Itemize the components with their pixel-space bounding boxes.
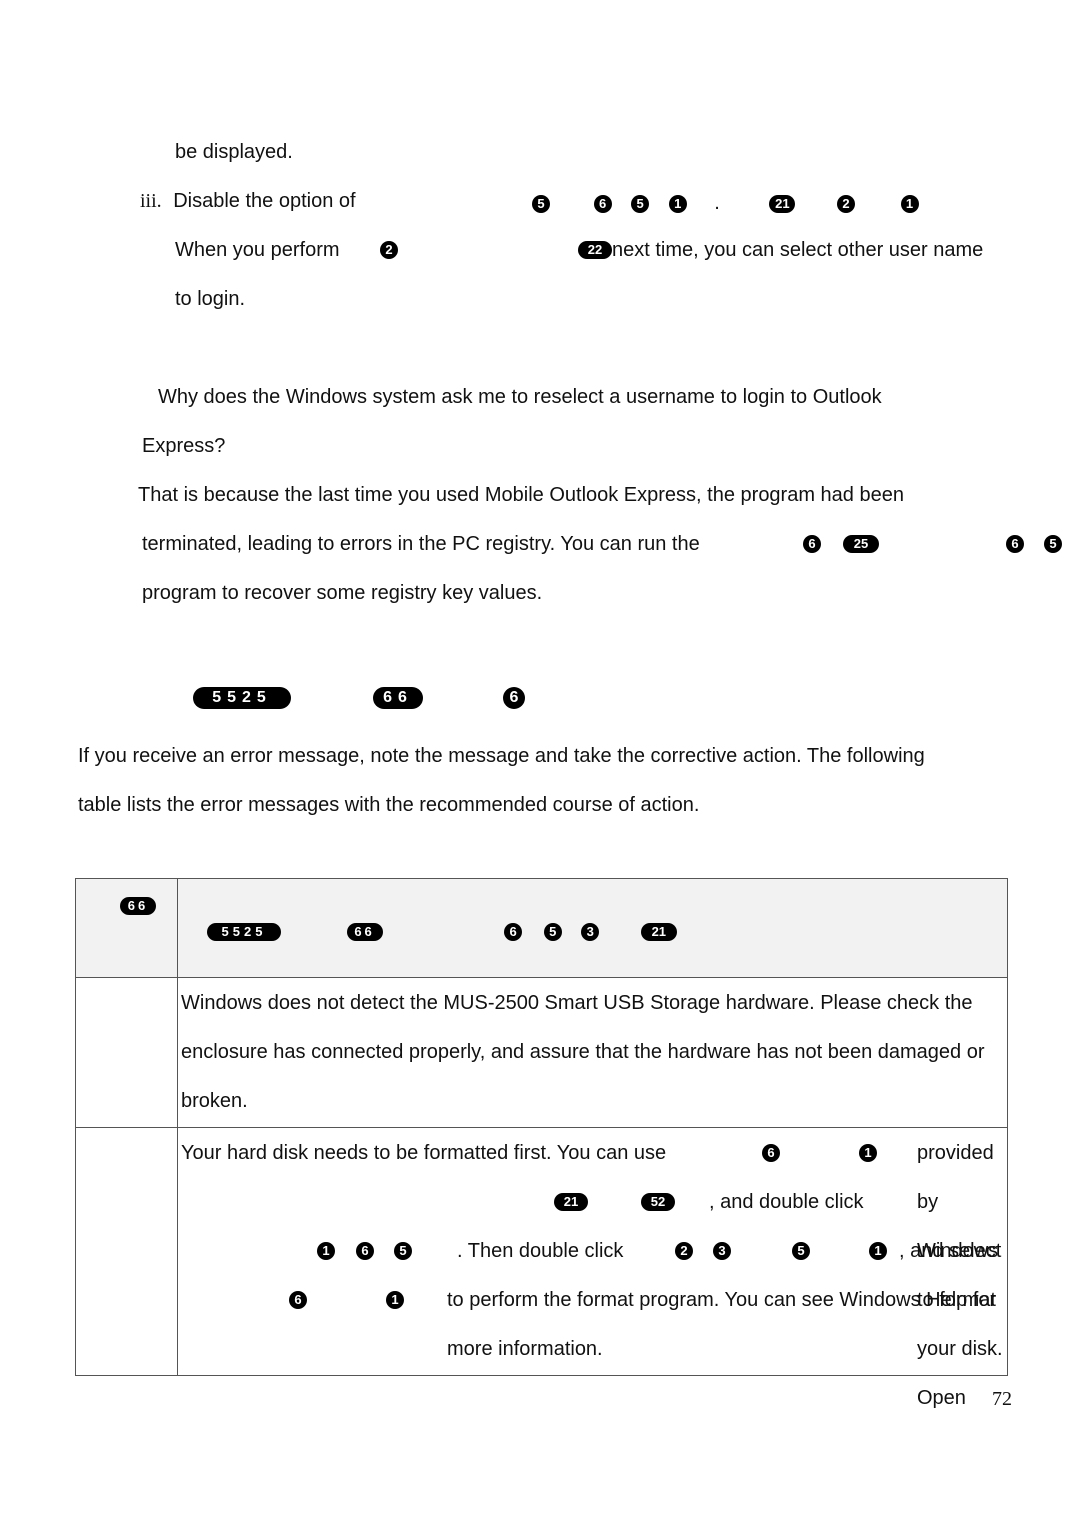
glyph-icon: 3 <box>713 1242 731 1260</box>
glyph-icon: 5525 <box>207 922 281 941</box>
error-messages-table: 66 5525 66 6 5 3 21 Windows does not det… <box>75 878 1008 1409</box>
glyph-icon: 6 <box>504 922 523 941</box>
glyph-dot: . <box>714 192 720 214</box>
glyph-icon: 6 <box>803 535 821 553</box>
glyph-icon: 21 <box>554 1193 588 1211</box>
glyph-icon: 6 <box>289 1291 307 1309</box>
glyph-icon: 66 <box>346 922 383 941</box>
row-text-line: Your hard disk needs to be formatted fir… <box>181 1142 667 1164</box>
intro-text: table lists the error messages with the … <box>78 794 700 816</box>
faq-answer: program to recover some registry key val… <box>142 582 543 604</box>
list-item-text: Disable the option of <box>173 190 356 212</box>
faq-answer: terminated, leading to errors in the PC … <box>142 533 700 555</box>
page-number: 72 <box>992 1388 1012 1410</box>
row-message-text: Windows does not detect the MUS-2500 Sma… <box>181 992 985 1112</box>
glyph-icon: 2 <box>380 241 398 259</box>
glyph-icon: 5 <box>394 1242 412 1260</box>
glyph-icon: 5 <box>543 922 562 941</box>
header-cell-code: 66 <box>75 878 178 978</box>
list-item-iii: iii. Disable the option of <box>140 190 356 213</box>
glyph-icon: 6 <box>593 194 612 213</box>
text-line: When you perform <box>175 239 340 261</box>
garbled-glyph-run: 5 6 5 1 . 21 2 1 <box>532 192 919 215</box>
glyph-icon: 22 <box>578 241 612 259</box>
glyph-icon: 5 <box>631 194 650 213</box>
row-text-line: , and select <box>899 1240 1002 1262</box>
intro-text: If you receive an error message, note th… <box>78 745 925 767</box>
text-line: to login. <box>175 288 246 310</box>
glyph-icon: 1 <box>869 1242 887 1260</box>
glyph-icon: 1 <box>859 1144 877 1162</box>
faq-question: Why does the Windows system ask me to re… <box>158 386 882 408</box>
text-line: be displayed. <box>175 141 293 163</box>
row-message-text: Your hard disk needs to be formatted fir… <box>179 1129 1006 1409</box>
glyph-icon: 1 <box>317 1242 335 1260</box>
table-header-row: 66 5525 66 6 5 3 21 <box>75 878 1008 978</box>
glyph-icon: 1 <box>900 194 919 213</box>
row-message-cell: Your hard disk needs to be formatted fir… <box>177 1127 1008 1409</box>
glyph-icon: 6 <box>356 1242 374 1260</box>
glyph-icon: 25 <box>843 535 879 553</box>
glyph-icon: 2 <box>836 194 855 213</box>
glyph-icon: 5 <box>532 194 550 213</box>
faq-question-cont: Express? <box>142 435 226 457</box>
glyph-icon: 6 <box>1006 535 1024 553</box>
row-code-cell <box>75 1127 178 1376</box>
faq-answer: That is because the last time you used M… <box>138 484 904 506</box>
glyph-icon: 5 <box>1044 535 1062 553</box>
row-text-line: . Then double click <box>457 1240 624 1262</box>
row-code-cell <box>75 977 178 1128</box>
header-cell-message: 5525 66 6 5 3 21 <box>177 878 1008 978</box>
section-heading-glyphs: 6 <box>503 687 525 709</box>
section-heading-glyphs: 66 <box>373 687 423 709</box>
glyph-icon: 1 <box>668 194 687 213</box>
glyph-icon: 2 <box>675 1242 693 1260</box>
glyph-icon: 66 <box>120 897 156 915</box>
row-text-line: , and double click <box>709 1191 864 1213</box>
glyph-icon: 1 <box>386 1291 404 1309</box>
table-row: Windows does not detect the MUS-2500 Sma… <box>75 977 1008 1128</box>
glyph-icon: 6 <box>762 1144 780 1162</box>
row-text-line: to perform the format program. You can s… <box>447 1289 997 1360</box>
text-line: next time, you can select other user nam… <box>612 239 984 261</box>
glyph-icon: 21 <box>640 922 677 941</box>
list-marker: iii. <box>140 190 162 212</box>
glyph-icon: 5 <box>792 1242 810 1260</box>
section-heading-glyphs: 5525 <box>193 687 291 709</box>
glyph-icon: 52 <box>641 1193 675 1211</box>
row-message-cell: Windows does not detect the MUS-2500 Sma… <box>177 977 1008 1128</box>
glyph-icon: 3 <box>581 922 600 941</box>
table-row: Your hard disk needs to be formatted fir… <box>75 1127 1008 1409</box>
glyph-icon: 21 <box>769 194 796 213</box>
